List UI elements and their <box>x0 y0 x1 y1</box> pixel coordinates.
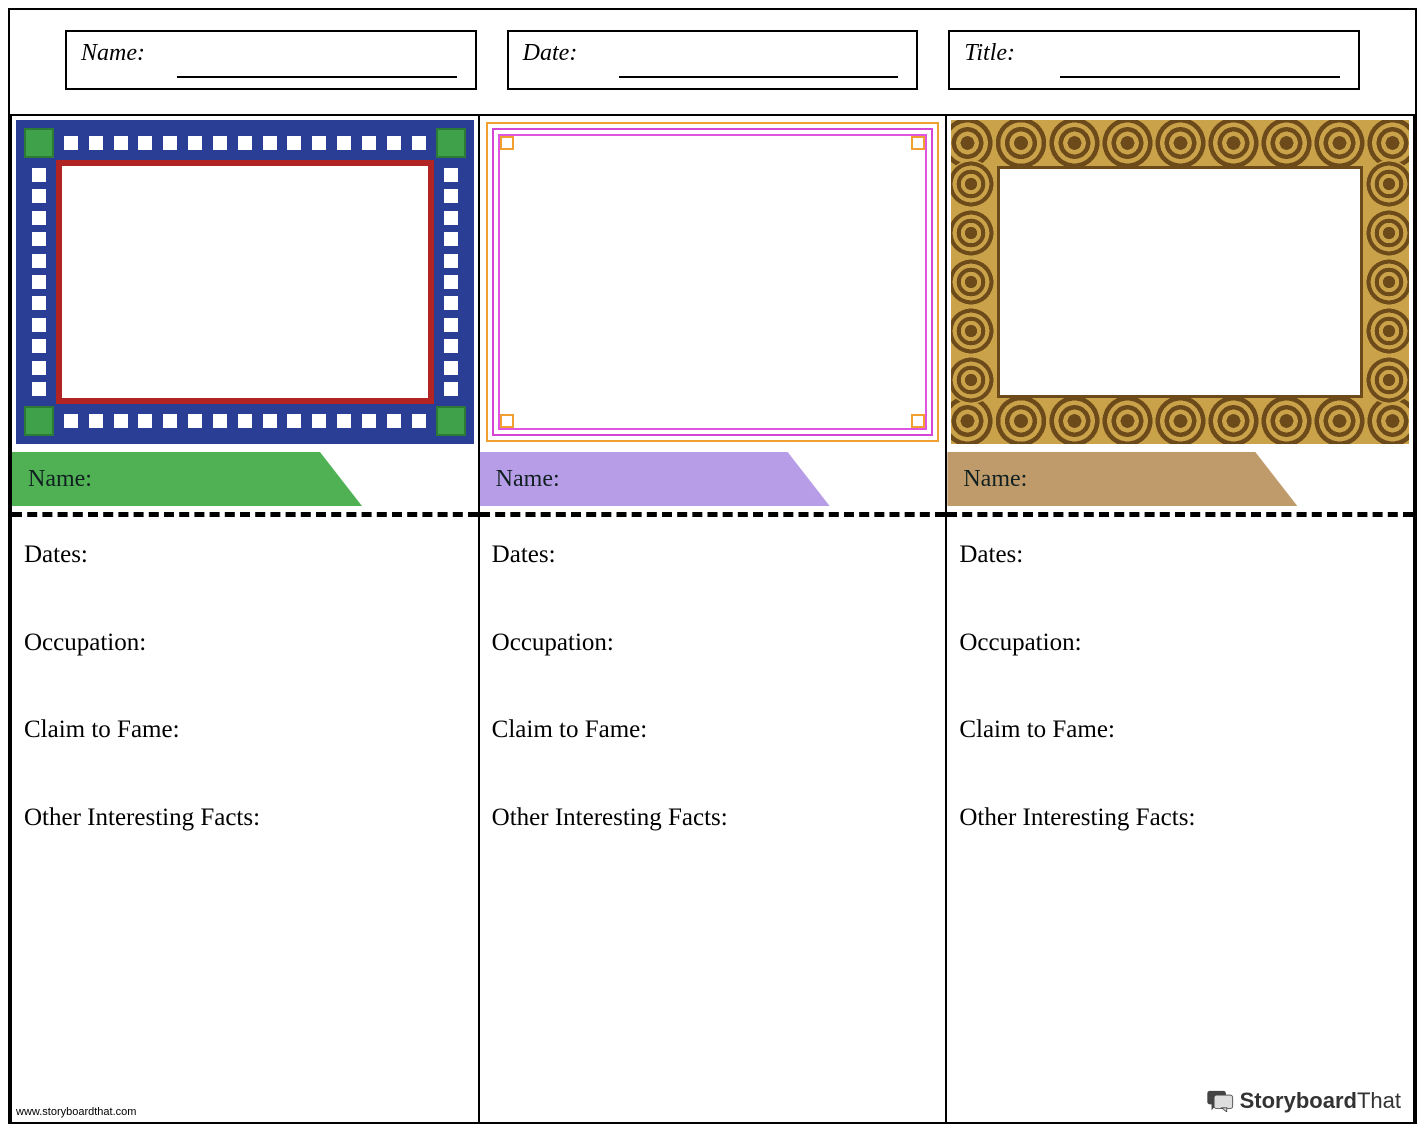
card-1-facts[interactable]: Other Interesting Facts: <box>24 804 466 832</box>
card-2-name-label: Name: <box>496 466 560 493</box>
card-2-claim[interactable]: Claim to Fame: <box>492 716 934 744</box>
card-1-dates[interactable]: Dates: <box>24 541 466 569</box>
name-underline <box>177 76 457 78</box>
card-1-image-area[interactable] <box>56 160 434 404</box>
card-3-facts[interactable]: Other Interesting Facts: <box>959 804 1401 832</box>
card-2: Name: Dates: Occupation: Claim to Fame: … <box>478 114 948 1122</box>
name-label: Name: <box>81 40 145 66</box>
card-2-name-tag[interactable]: Name: <box>480 452 830 506</box>
card-1-name-label: Name: <box>28 466 92 493</box>
card-3-occupation[interactable]: Occupation: <box>959 629 1401 657</box>
card-3-info: Dates: Occupation: Claim to Fame: Other … <box>947 517 1413 891</box>
brand-b: That <box>1357 1088 1401 1113</box>
card-3: Name: Dates: Occupation: Claim to Fame: … <box>945 114 1415 1122</box>
card-1-frame <box>12 116 478 448</box>
title-underline <box>1060 76 1340 78</box>
card-2-dates[interactable]: Dates: <box>492 541 934 569</box>
brand-logo: StoryboardThat <box>1206 1088 1401 1114</box>
date-label: Date: <box>523 40 578 66</box>
card-3-dates[interactable]: Dates: <box>959 541 1401 569</box>
card-2-info: Dates: Occupation: Claim to Fame: Other … <box>480 517 946 891</box>
card-3-name-label: Name: <box>963 466 1027 493</box>
card-3-claim[interactable]: Claim to Fame: <box>959 716 1401 744</box>
footer-url: www.storyboardthat.com <box>16 1106 136 1118</box>
card-1-name-tag[interactable]: Name: <box>12 452 362 506</box>
card-3-name-tag[interactable]: Name: <box>947 452 1297 506</box>
cards-row: Name: Dates: Occupation: Claim to Fame: … <box>10 114 1415 1122</box>
title-box[interactable]: Title: <box>948 30 1360 90</box>
card-1-occupation[interactable]: Occupation: <box>24 629 466 657</box>
title-label: Title: <box>964 40 1015 66</box>
card-1-info: Dates: Occupation: Claim to Fame: Other … <box>12 517 478 891</box>
card-2-facts[interactable]: Other Interesting Facts: <box>492 804 934 832</box>
card-2-frame <box>480 116 946 448</box>
card-1: Name: Dates: Occupation: Claim to Fame: … <box>10 114 480 1122</box>
worksheet-page: Name: Date: Title: <box>8 8 1417 1124</box>
date-box[interactable]: Date: <box>507 30 919 90</box>
header-row: Name: Date: Title: <box>10 10 1415 90</box>
name-box[interactable]: Name: <box>65 30 477 90</box>
brand-a: Storyboard <box>1240 1088 1357 1113</box>
card-1-claim[interactable]: Claim to Fame: <box>24 716 466 744</box>
card-3-frame <box>947 116 1413 448</box>
date-underline <box>619 76 899 78</box>
speech-bubble-icon <box>1206 1090 1234 1112</box>
card-3-image-area[interactable] <box>997 166 1363 398</box>
card-2-occupation[interactable]: Occupation: <box>492 629 934 657</box>
card-2-image-area[interactable] <box>498 134 928 430</box>
